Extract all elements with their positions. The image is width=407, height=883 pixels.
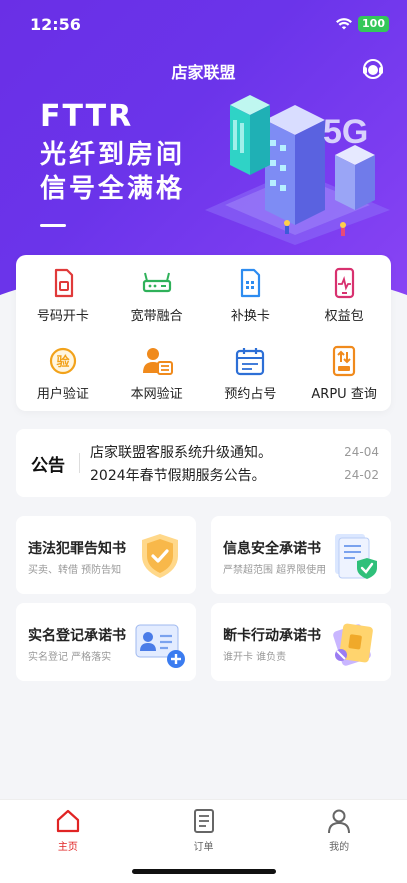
banner-subline-2: 信号全满格: [40, 174, 186, 204]
home-indicator: [132, 869, 276, 874]
promise-card-real-name[interactable]: 实名登记承诺书 实名登记 严格落实: [16, 603, 196, 681]
menu-item-open-card[interactable]: 号码开卡: [16, 263, 110, 341]
status-indicators: 100: [336, 16, 389, 32]
id-card-add-icon: [135, 624, 185, 668]
quick-menu: 号码开卡 宽带融合 补换卡 权益包 验 用户验证 本网验证 预约占号 ARPU …: [16, 255, 391, 411]
notice-title: 2024年春节假期服务公告。: [90, 467, 266, 484]
wifi-icon: [336, 18, 353, 30]
banner-headline: FTTR: [40, 99, 134, 134]
order-list-icon: [193, 809, 214, 833]
promise-title: 信息安全承诺书: [223, 541, 321, 557]
banner-text[interactable]: FTTR 光纤到房间 信号全满格: [40, 98, 185, 227]
notice-item[interactable]: 2024年春节假期服务公告。 24-02: [90, 463, 379, 486]
status-time: 12:56: [30, 15, 81, 34]
tab-label: 主页: [57, 842, 78, 853]
document-shield-icon: [335, 534, 377, 579]
tab-label: 订单: [193, 842, 214, 853]
calendar-icon: [236, 348, 265, 376]
menu-item-arpu-query[interactable]: ARPU 查询: [297, 341, 391, 419]
building-illustration-icon: 5G: [205, 95, 390, 245]
tab-mine[interactable]: 我的: [271, 800, 407, 883]
menu-item-broadband[interactable]: 宽带融合: [110, 263, 204, 341]
promise-card-crime-notice[interactable]: 违法犯罪告知书 买卖、转借 预防告知: [16, 516, 196, 594]
router-icon: [142, 272, 171, 293]
menu-label: 权益包: [324, 309, 364, 324]
arpu-query-icon: [333, 345, 356, 377]
promise-card-info-security[interactable]: 信息安全承诺书 严禁超范围 超界限使用: [211, 516, 391, 594]
menu-item-network-verify[interactable]: 本网验证: [110, 341, 204, 419]
page-title: 店家联盟: [171, 63, 236, 82]
sim-card-icon: [54, 268, 73, 298]
promise-title: 违法犯罪告知书: [28, 541, 126, 557]
notice-date: 24-04: [344, 444, 379, 459]
notice-board: 公告 店家联盟客服系统升级通知。 24-04 2024年春节假期服务公告。 24…: [16, 429, 391, 497]
menu-label: 预约占号: [224, 387, 277, 402]
menu-item-user-verify[interactable]: 验 用户验证: [16, 341, 110, 419]
sim-card-stack-icon: [333, 623, 373, 666]
banner-subline: 光纤到房间: [40, 140, 186, 170]
battery-indicator: 100: [358, 16, 389, 32]
promise-title: 实名登记承诺书: [28, 628, 126, 644]
phone-heartbeat-icon: [335, 267, 355, 299]
menu-label: 号码开卡: [36, 309, 89, 324]
verify-badge-icon: 验: [49, 347, 76, 375]
promise-subtitle: 买卖、转借 预防告知: [28, 565, 122, 576]
svg-text:验: 验: [56, 354, 70, 370]
menu-label: 补换卡: [230, 309, 270, 324]
menu-item-replace-card[interactable]: 补换卡: [204, 263, 298, 341]
menu-label: 本网验证: [130, 387, 183, 402]
sim-card-blue-icon: [241, 268, 261, 298]
customer-service-icon[interactable]: [361, 57, 385, 81]
tab-label: 我的: [329, 842, 350, 853]
notice-logo: 公告: [16, 451, 80, 476]
menu-label: 用户验证: [36, 387, 89, 402]
status-bar: 12:56 100: [0, 0, 407, 48]
notice-list: 店家联盟客服系统升级通知。 24-04 2024年春节假期服务公告。 24-02: [80, 440, 391, 486]
notice-title: 店家联盟客服系统升级通知。: [90, 444, 272, 461]
notice-date: 24-02: [344, 467, 379, 482]
banner-indicator: [40, 224, 66, 227]
promise-subtitle: 实名登记 严格落实: [28, 652, 112, 663]
shield-icon: [142, 534, 178, 578]
promise-subtitle: 谁开卡 谁负责: [223, 652, 287, 663]
notice-item[interactable]: 店家联盟客服系统升级通知。 24-04: [90, 440, 379, 463]
promise-card-card-breaking[interactable]: 断卡行动承诺书 谁开卡 谁负责: [211, 603, 391, 681]
menu-item-reserve-number[interactable]: 预约占号: [204, 341, 298, 419]
menu-label: 宽带融合: [130, 309, 183, 324]
user-card-icon: [142, 348, 173, 375]
user-profile-icon: [328, 809, 351, 834]
menu-label: ARPU 查询: [311, 387, 377, 402]
promise-title: 断卡行动承诺书: [223, 628, 321, 644]
tab-home[interactable]: 主页: [0, 800, 136, 883]
svg-text:5G: 5G: [323, 113, 368, 151]
promise-subtitle: 严禁超范围 超界限使用: [223, 565, 327, 576]
menu-item-benefits[interactable]: 权益包: [297, 263, 391, 341]
home-icon: [56, 809, 79, 833]
